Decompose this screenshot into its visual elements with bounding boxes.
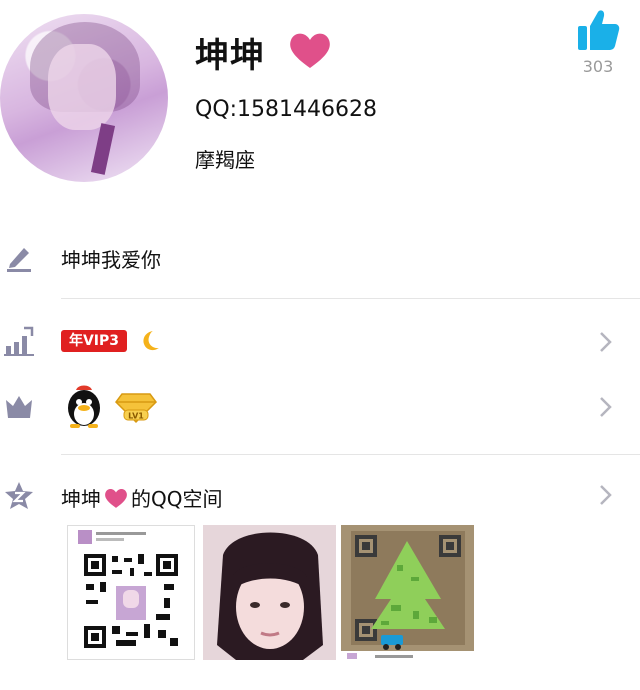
like-count: 303 — [582, 57, 614, 76]
svg-text:LV1: LV1 — [128, 412, 144, 421]
green-qr-image — [341, 525, 474, 660]
qr-code-image — [78, 530, 180, 650]
avatar-face — [48, 44, 116, 130]
chevron-right-icon[interactable] — [598, 330, 614, 354]
star-z-icon — [5, 482, 33, 509]
heart-icon — [290, 33, 330, 68]
qq-space-title-name: 坤坤 — [61, 487, 101, 511]
avatar[interactable] — [0, 14, 168, 182]
qq-space-title[interactable]: 坤坤 的QQ空间 — [61, 483, 222, 512]
avatar-tie — [90, 123, 116, 175]
signature-text[interactable]: 坤坤我爱你 — [61, 244, 161, 273]
divider — [61, 454, 640, 455]
qq-number: QQ:1581446628 — [195, 97, 378, 122]
space-photo-qr-code-green[interactable] — [341, 525, 474, 660]
thumbs-up-icon[interactable] — [576, 8, 620, 52]
profile-name: 坤坤 — [195, 36, 265, 76]
moon-icon — [143, 331, 159, 351]
lv1-diamond-icon: LV1 — [115, 393, 157, 424]
chevron-right-icon[interactable] — [598, 395, 614, 419]
zodiac-label: 摩羯座 — [195, 148, 255, 172]
qq-space-title-suffix: 的QQ空间 — [131, 487, 223, 511]
pencil-icon — [7, 248, 31, 272]
space-photo-portrait[interactable] — [203, 525, 336, 660]
qq-penguin-icon — [68, 385, 100, 428]
vip-badge[interactable]: 年VIP3 — [61, 330, 127, 352]
divider — [61, 298, 640, 299]
space-photo-qr-code[interactable] — [67, 525, 195, 660]
heart-icon — [105, 488, 127, 508]
chevron-right-icon[interactable] — [598, 483, 614, 507]
rising-bars-icon — [4, 326, 34, 356]
crown-icon — [6, 396, 32, 418]
portrait-image — [203, 525, 336, 660]
